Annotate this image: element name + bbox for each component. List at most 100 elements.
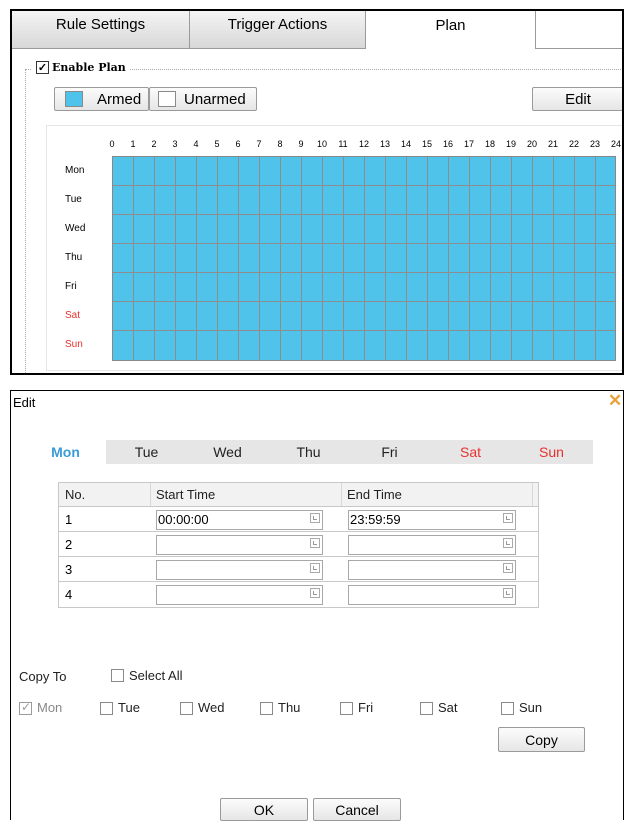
tab-tue[interactable]: Tue — [106, 440, 187, 464]
row-number: 2 — [65, 536, 73, 552]
hour-tick-label: 10 — [316, 139, 328, 149]
hour-tick-label: 18 — [484, 139, 496, 149]
clock-icon[interactable] — [310, 538, 320, 548]
hour-tick-label: 8 — [277, 139, 283, 149]
tab-mon[interactable]: Mon — [25, 440, 106, 464]
hour-tick-label: 21 — [547, 139, 559, 149]
row-number: 3 — [65, 561, 73, 577]
clock-icon[interactable] — [503, 563, 513, 573]
copy-wed-checkbox[interactable] — [180, 702, 193, 715]
hour-tick-label: 6 — [235, 139, 241, 149]
header-end-time: End Time — [347, 487, 402, 502]
clock-icon[interactable] — [310, 513, 320, 523]
tab-sat[interactable]: Sat — [430, 440, 511, 464]
armed-button[interactable]: Armed — [54, 87, 149, 111]
copy-button[interactable]: Copy — [498, 727, 585, 752]
tab-bar: Rule Settings Trigger Actions Plan — [12, 11, 622, 49]
copy-to-label: Copy To — [19, 669, 67, 684]
end-time-input[interactable] — [348, 560, 516, 580]
grid-day-line — [113, 243, 615, 244]
row-number: 1 — [65, 511, 73, 527]
copy-tue-checkbox[interactable] — [100, 702, 113, 715]
clock-icon[interactable] — [310, 588, 320, 598]
tab-fri[interactable]: Fri — [349, 440, 430, 464]
end-time-input[interactable] — [348, 585, 516, 605]
day-row-label: Tue — [65, 194, 82, 205]
grid-day-line — [113, 185, 615, 186]
end-time-input[interactable]: 23:59:59 — [348, 510, 516, 530]
start-time-input[interactable] — [156, 585, 323, 605]
hour-tick-label: 19 — [505, 139, 517, 149]
copy-mon-checkbox[interactable] — [19, 700, 32, 715]
unarmed-label: Unarmed — [184, 90, 246, 108]
hour-tick-label: 15 — [421, 139, 433, 149]
hour-tick-label: 12 — [358, 139, 370, 149]
copy-mon-label: Mon — [37, 700, 63, 715]
time-table: No. Start Time End Time 1 00:00:00 23:59:5… — [58, 482, 539, 608]
day-row-label: Wed — [65, 223, 86, 234]
start-time-input[interactable] — [156, 535, 323, 555]
clock-icon[interactable] — [503, 588, 513, 598]
copy-sat-checkbox[interactable] — [420, 702, 433, 715]
edit-button[interactable]: Edit — [532, 87, 622, 111]
enable-plan-check-icon: ✓ — [36, 61, 49, 74]
grid-day-line — [113, 272, 615, 273]
table-header: No. Start Time End Time — [59, 483, 538, 507]
header-divider — [150, 483, 151, 506]
start-time-input[interactable]: 00:00:00 — [156, 510, 323, 530]
unarmed-button[interactable]: Unarmed — [149, 87, 257, 111]
close-icon[interactable]: ✕ — [608, 391, 622, 411]
hour-tick-label: 3 — [172, 139, 178, 149]
header-divider — [532, 483, 533, 506]
hour-tick-label: 2 — [151, 139, 157, 149]
edit-dialog: Edit ✕ Mon Tue Wed Thu Fri Sat Sun No. Start T… — [10, 390, 624, 821]
tab-plan[interactable]: Plan — [366, 11, 536, 49]
select-all-checkbox[interactable] — [111, 669, 124, 682]
header-divider — [341, 483, 342, 506]
armed-label: Armed — [97, 90, 142, 108]
end-time-input[interactable] — [348, 535, 516, 555]
clock-icon[interactable] — [503, 513, 513, 523]
hour-tick-label: 14 — [400, 139, 412, 149]
cancel-button[interactable]: Cancel — [313, 798, 401, 821]
day-row-label: Fri — [65, 281, 77, 292]
day-row-label: Sun — [65, 339, 83, 350]
copy-thu-checkbox[interactable] — [260, 702, 273, 715]
copy-thu-label: Thu — [278, 700, 301, 715]
hour-tick-label: 11 — [338, 139, 348, 149]
armed-swatch-icon — [65, 91, 83, 107]
grid-day-line — [113, 301, 615, 302]
schedule-grid[interactable] — [112, 156, 616, 361]
row-number: 4 — [65, 587, 73, 602]
tab-rule-settings[interactable]: Rule Settings — [12, 11, 190, 49]
header-no: No. — [65, 487, 86, 502]
hour-tick-label: 1 — [130, 139, 136, 149]
enable-plan-checkbox[interactable]: ✓ Enable Plan — [32, 61, 130, 74]
hour-tick-label: 7 — [256, 139, 262, 149]
day-tab-bar: Mon Tue Wed Thu Fri Sat Sun — [25, 440, 593, 464]
tab-sun[interactable]: Sun — [511, 440, 592, 464]
tab-thu[interactable]: Thu — [268, 440, 349, 464]
hour-tick-label: 0 — [109, 139, 115, 149]
enable-plan-label: Enable Plan — [52, 61, 126, 74]
day-row-label: Thu — [65, 252, 83, 263]
clock-icon[interactable] — [310, 563, 320, 573]
hour-tick-label: 23 — [589, 139, 601, 149]
copy-fri-label: Fri — [358, 700, 374, 715]
table-row: 2 — [59, 532, 538, 557]
dialog-title: Edit — [13, 395, 36, 410]
clock-icon[interactable] — [503, 538, 513, 548]
hour-tick-label: 13 — [379, 139, 391, 149]
tab-wed[interactable]: Wed — [187, 440, 268, 464]
hour-tick-label: 4 — [193, 139, 199, 149]
day-row-label: Mon — [65, 165, 85, 176]
hour-tick-label: 22 — [568, 139, 580, 149]
tab-trigger-actions[interactable]: Trigger Actions — [190, 11, 366, 49]
copy-fri-checkbox[interactable] — [340, 702, 353, 715]
hour-tick-label: 9 — [298, 139, 304, 149]
copy-sun-checkbox[interactable] — [501, 702, 514, 715]
unarmed-swatch-icon — [158, 91, 176, 107]
start-time-input[interactable] — [156, 560, 323, 580]
ok-button[interactable]: OK — [220, 798, 308, 821]
hour-tick-label: 17 — [463, 139, 475, 149]
